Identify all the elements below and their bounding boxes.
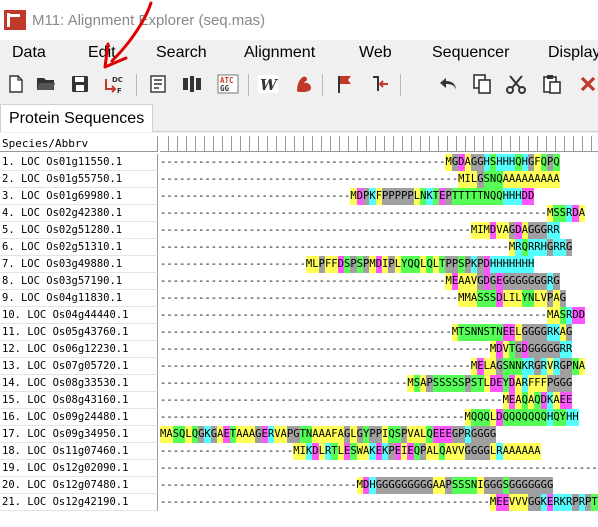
new-icon[interactable]: [4, 72, 28, 96]
sequence-residues-row[interactable]: -----------------------MLPFFDSPSPMDIPLYQ…: [160, 256, 598, 273]
sequence-residues-row[interactable]: ----------------------------------------…: [160, 273, 598, 290]
menu-alignment[interactable]: Alignment: [244, 44, 315, 62]
sequence-name-row[interactable]: 16. LOC Os09g24480.1: [0, 409, 158, 426]
sequence-residues-row[interactable]: ---------------------------------------M…: [160, 375, 598, 392]
menu-display[interactable]: Display: [548, 44, 598, 62]
menu-data[interactable]: Data: [12, 44, 46, 62]
title-bar: M11: Alignment Explorer (seq.mas): [0, 0, 598, 40]
sequence-name-row[interactable]: 5. LOC Os02g51280.1: [0, 222, 158, 239]
svg-text:W: W: [260, 76, 278, 93]
sequence-residues-row[interactable]: ----------------------------------------…: [160, 392, 598, 409]
open-icon[interactable]: [34, 72, 58, 96]
undo-icon[interactable]: [436, 72, 460, 96]
sequence-name-row[interactable]: 13. LOC Os07g05720.1: [0, 358, 158, 375]
toolbar: DC F ATC GG W: [0, 66, 598, 102]
copy-icon[interactable]: [470, 72, 494, 96]
sequence-name-row[interactable]: 9. LOC Os04g11830.1: [0, 290, 158, 307]
svg-text:F: F: [117, 87, 122, 95]
sequence-name-row[interactable]: 21. LOC Os12g42190.1: [0, 494, 158, 511]
sequence-name-row[interactable]: 20. LOC Os12g07480.1: [0, 477, 158, 494]
sequence-name-row[interactable]: 11. LOC Os05g43760.1: [0, 324, 158, 341]
sequence-residues-row[interactable]: ---------------------MIKDLRTLESWAKEKPEIE…: [160, 443, 598, 460]
sequence-name-row[interactable]: 2. LOC Os01g55750.1: [0, 171, 158, 188]
sequence-residues-row[interactable]: ----------------------------------------…: [160, 494, 598, 511]
svg-text:DC: DC: [112, 76, 123, 84]
sequence-name-row[interactable]: 4. LOC Os02g42380.1: [0, 205, 158, 222]
alignment-grid: Species/Abbrv 1. LOC Os01g11550.1 -------…: [0, 133, 598, 527]
sequence-name-row[interactable]: 10. LOC Os04g44440.1: [0, 307, 158, 324]
window-title: M11: Alignment Explorer (seq.mas): [32, 11, 266, 29]
sequence-residues-row[interactable]: ----------------------------------------…: [160, 205, 598, 222]
w-icon[interactable]: W: [256, 72, 280, 96]
sequence-residues-row[interactable]: ----------------------------------------…: [160, 409, 598, 426]
sequence-residues-row[interactable]: MASQLQGKGAETAAAGERVAPGTNAAAFAGLGYPPIQSPV…: [160, 426, 598, 443]
sequence-residues-row[interactable]: ----------------------------------------…: [160, 222, 598, 239]
delete-icon[interactable]: [576, 72, 598, 96]
menu-bar: Data Edit Search Alignment Web Sequencer…: [0, 40, 598, 66]
paste-icon[interactable]: [540, 72, 564, 96]
sequence-name-row[interactable]: 7. LOC Os03g49880.1: [0, 256, 158, 273]
sequence-name-row[interactable]: 14. LOC Os08g33530.1: [0, 375, 158, 392]
svg-text:GG: GG: [220, 84, 230, 93]
edit-icon[interactable]: [146, 72, 170, 96]
flag-icon[interactable]: [332, 72, 356, 96]
cut-icon[interactable]: [504, 72, 528, 96]
column-ruler: [160, 136, 598, 152]
sequence-name-row[interactable]: 18. LOC Os11g07460.1: [0, 443, 158, 460]
sequence-name-row[interactable]: 15. LOC Os08g43160.1: [0, 392, 158, 409]
align-icon[interactable]: [180, 72, 204, 96]
sequence-residues-row[interactable]: ----------------------------------------…: [160, 239, 598, 256]
translate-icon[interactable]: ATC GG: [216, 72, 240, 96]
close-data-icon[interactable]: DC F: [102, 72, 126, 96]
sequence-name-row[interactable]: 19. LOC Os12g02090.1: [0, 460, 158, 477]
tab-protein-sequences[interactable]: Protein Sequences: [0, 104, 154, 132]
sequence-residues-row[interactable]: ----------------------------------------…: [160, 290, 598, 307]
sequence-residues-row[interactable]: ------------------------------MDPKFPPPPP…: [160, 188, 598, 205]
sequence-residues-row[interactable]: ----------------------------------------…: [160, 341, 598, 358]
sequence-name-row[interactable]: 3. LOC Os01g69980.1: [0, 188, 158, 205]
sequence-name-row[interactable]: 1. LOC Os01g11550.1: [0, 154, 158, 171]
tab-strip: Protein Sequences: [0, 102, 598, 132]
sequence-residues-row[interactable]: ----------------------------------------…: [160, 171, 598, 188]
sequence-residues-row[interactable]: ----------------------------------------…: [160, 154, 598, 171]
menu-edit[interactable]: Edit: [88, 44, 116, 62]
sequence-residues-row[interactable]: ----------------------------------------…: [160, 324, 598, 341]
sequence-residues-row[interactable]: -------------------------------MDHGGGGGG…: [160, 477, 598, 494]
name-column-header: Species/Abbrv: [0, 136, 158, 152]
sequence-name-row[interactable]: 8. LOC Os03g57190.1: [0, 273, 158, 290]
sequence-residues-row[interactable]: ----------------------------------------…: [160, 358, 598, 375]
sequence-name-row[interactable]: 12. LOC Os06g12230.1: [0, 341, 158, 358]
menu-search[interactable]: Search: [156, 44, 207, 62]
insert-gap-icon[interactable]: [368, 72, 392, 96]
muscle-icon[interactable]: [292, 72, 316, 96]
app-logo-icon: [4, 10, 29, 30]
save-icon[interactable]: [68, 72, 92, 96]
sequence-name-row[interactable]: 17. LOC Os09g34950.1: [0, 426, 158, 443]
menu-web[interactable]: Web: [359, 44, 392, 62]
menu-sequencer[interactable]: Sequencer: [432, 44, 509, 62]
sequence-name-row[interactable]: 6. LOC Os02g51310.1: [0, 239, 158, 256]
sequence-residues-row[interactable]: ----------------------------------------…: [160, 307, 598, 324]
sequence-residues-row[interactable]: ----------------------------------------…: [160, 460, 598, 477]
